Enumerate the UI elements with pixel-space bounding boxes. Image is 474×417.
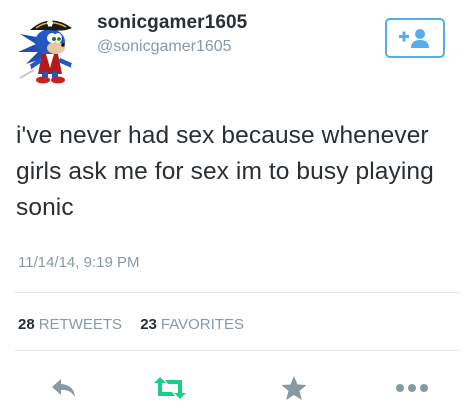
more-button[interactable] — [392, 372, 432, 404]
reply-button[interactable] — [44, 372, 84, 404]
tweet-stats: 28 RETWEETS 23 FAVORITES — [18, 316, 244, 333]
retweet-button[interactable] — [150, 372, 190, 404]
tweet-text: i've never had sex because whenever girl… — [16, 122, 434, 221]
retweets-label[interactable]: RETWEETS — [39, 316, 122, 333]
more-icon — [396, 384, 428, 392]
favorite-button[interactable] — [274, 372, 314, 404]
sonic-pirate-avatar-icon — [18, 20, 79, 84]
follow-button[interactable] — [385, 18, 445, 58]
divider — [14, 292, 460, 293]
favorites-label[interactable]: FAVORITES — [161, 316, 244, 333]
user-handle[interactable]: @sonicgamer1605 — [97, 38, 232, 56]
display-name[interactable]: sonicgamer1605 — [97, 12, 247, 34]
favorites-count[interactable]: 23 — [140, 316, 157, 333]
retweet-icon — [154, 377, 186, 399]
retweets-count[interactable]: 28 — [18, 316, 35, 333]
star-icon — [281, 376, 307, 400]
add-user-icon — [399, 29, 429, 48]
tweet-timestamp[interactable]: 11/14/14, 9:19 PM — [18, 254, 139, 271]
reply-icon — [52, 379, 75, 397]
divider — [14, 350, 460, 351]
avatar[interactable] — [12, 8, 88, 84]
